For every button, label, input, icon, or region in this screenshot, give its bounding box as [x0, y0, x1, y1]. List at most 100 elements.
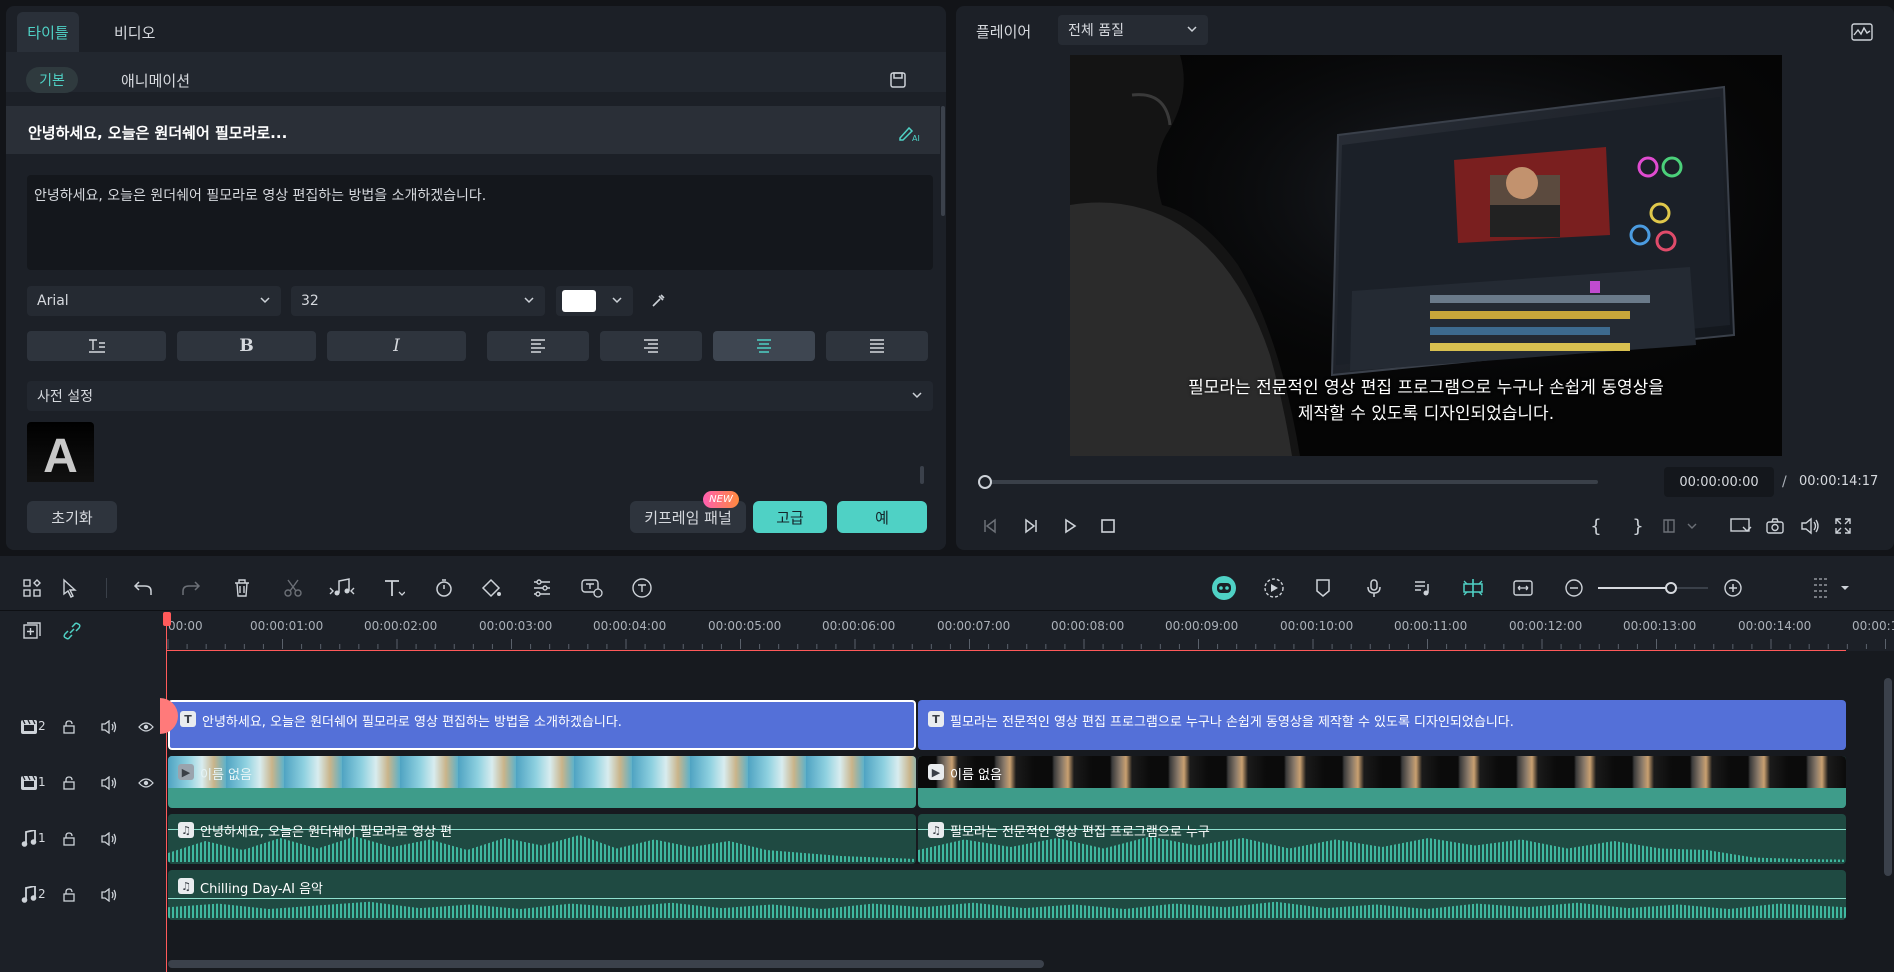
lock-icon[interactable]: [60, 718, 78, 736]
music-clip-icon: ♫: [178, 822, 194, 838]
fullscreen-icon[interactable]: [1830, 514, 1856, 538]
text-tool-icon[interactable]: [378, 572, 410, 604]
timeline-horizontal-scrollbar[interactable]: [168, 960, 1044, 968]
text-style-button[interactable]: [27, 331, 166, 361]
render-preview-icon[interactable]: [1258, 572, 1290, 604]
fit-timeline-icon[interactable]: [1507, 572, 1539, 604]
tab-video[interactable]: 비디오: [114, 22, 155, 43]
chevron-down-icon: [259, 294, 271, 310]
font-size-select[interactable]: 32: [291, 286, 545, 316]
prev-frame-icon[interactable]: [978, 514, 1002, 538]
lock-icon[interactable]: [60, 830, 78, 848]
preset-thumb-letter: A: [43, 430, 78, 482]
eyedropper-icon[interactable]: [646, 289, 670, 313]
preset-thumbnail[interactable]: A: [27, 422, 94, 482]
link-icon[interactable]: [60, 619, 84, 643]
text-content-field[interactable]: 안녕하세요, 오늘은 원더쉐어 필모라로 영상 편집하는 방법을 소개하겠습니다…: [27, 175, 933, 270]
adjust-icon[interactable]: [526, 572, 558, 604]
speech-to-text-icon[interactable]: [576, 572, 608, 604]
current-time-box[interactable]: 00:00:00:00: [1664, 467, 1774, 497]
align-left-button[interactable]: [487, 331, 589, 361]
ok-button[interactable]: 예: [837, 501, 927, 533]
align-right-button[interactable]: [600, 331, 702, 361]
playhead-handle[interactable]: [163, 612, 171, 626]
next-frame-icon[interactable]: [1019, 514, 1043, 538]
title-clip-2[interactable]: T 필모라는 전문적인 영상 편집 프로그램으로 누구나 손쉽게 동영상을 제작…: [918, 700, 1846, 750]
quality-select[interactable]: 전체 품질: [1058, 15, 1208, 45]
volume-icon[interactable]: [1797, 514, 1823, 538]
layout-icon[interactable]: [16, 572, 48, 604]
zoom-slider-handle[interactable]: [1664, 582, 1677, 594]
microphone-icon[interactable]: [1358, 572, 1390, 604]
chevron-down-icon[interactable]: [1836, 572, 1854, 604]
lock-icon[interactable]: [60, 886, 78, 904]
mute-icon[interactable]: [99, 830, 119, 848]
video-clip-1[interactable]: ▶ 이름 없음: [168, 756, 916, 808]
video-clip-2[interactable]: ▶ 이름 없음: [918, 756, 1846, 808]
preset-select[interactable]: 사전 설정: [27, 381, 933, 411]
playhead-line[interactable]: [166, 613, 167, 972]
subtab-basic[interactable]: 기본: [26, 67, 78, 93]
editor-scrollbar[interactable]: [941, 106, 945, 216]
align-justify-button[interactable]: [826, 331, 928, 361]
track-number: 2: [38, 887, 46, 901]
add-track-icon[interactable]: [20, 619, 44, 643]
zoom-in-icon[interactable]: [1717, 572, 1749, 604]
mute-icon[interactable]: [99, 718, 119, 736]
ruler-label: 00:00:05:00: [708, 619, 782, 633]
align-center-button[interactable]: [713, 331, 815, 361]
select-tool-icon[interactable]: [55, 572, 87, 604]
mute-icon[interactable]: [99, 774, 119, 792]
snapshot-icon[interactable]: [1762, 514, 1788, 538]
lock-icon[interactable]: [60, 774, 78, 792]
redo-icon[interactable]: [175, 572, 207, 604]
cut-icon[interactable]: [277, 572, 309, 604]
italic-button[interactable]: I: [327, 331, 466, 361]
timeline-vertical-scrollbar[interactable]: [1884, 678, 1892, 876]
eye-icon[interactable]: [136, 718, 156, 736]
music-clip[interactable]: ♫ Chilling Day-AI 음악: [168, 870, 1846, 920]
music-track-icon: [18, 828, 40, 850]
text-color-select[interactable]: [556, 286, 633, 316]
title-clip-1[interactable]: T 안녕하세요, 오늘은 원더쉐어 필모라로 영상 편집하는 방법을 소개하겠습…: [168, 700, 916, 750]
keyframe-icon[interactable]: [476, 572, 508, 604]
subtab-animation[interactable]: 애니메이션: [121, 70, 190, 91]
ai-assistant-icon[interactable]: [1208, 572, 1240, 604]
audio-clip-2[interactable]: ♫ 필모라는 전문적인 영상 편집 프로그램으로 누구: [918, 814, 1846, 864]
font-family-select[interactable]: Arial: [27, 286, 281, 316]
clip-marker-icon[interactable]: [1660, 514, 1700, 538]
play-icon[interactable]: [1058, 514, 1082, 538]
title-clip-icon: T: [928, 711, 944, 727]
video-preview[interactable]: 필모라는 전문적인 영상 편집 프로그램으로 누구나 손쉽게 동영상을 제작할 …: [1070, 55, 1782, 456]
marker-icon[interactable]: [1307, 572, 1339, 604]
tab-title[interactable]: 타이틀: [17, 12, 79, 52]
duration-icon[interactable]: [428, 572, 460, 604]
ai-edit-icon[interactable]: AI: [896, 122, 922, 144]
preset-scrollbar[interactable]: [920, 466, 924, 484]
playback-progress-track[interactable]: [984, 480, 1598, 484]
mark-out-icon[interactable]: }: [1626, 514, 1650, 538]
advanced-button[interactable]: 고급: [753, 501, 827, 533]
save-preset-icon[interactable]: [886, 68, 910, 92]
mark-in-icon[interactable]: {: [1584, 514, 1608, 538]
undo-icon[interactable]: [127, 572, 159, 604]
audio-clip-2-text: 필모라는 전문적인 영상 편집 프로그램으로 누구: [950, 825, 1210, 840]
delete-icon[interactable]: [226, 572, 258, 604]
more-settings-icon[interactable]: [1805, 572, 1837, 604]
scopes-icon[interactable]: [1849, 20, 1875, 44]
stop-icon[interactable]: [1096, 514, 1120, 538]
audio-mixer-icon[interactable]: [1407, 572, 1439, 604]
ai-voice-icon[interactable]: [626, 572, 658, 604]
zoom-out-icon[interactable]: [1558, 572, 1590, 604]
bold-button[interactable]: B: [177, 331, 316, 361]
reset-button[interactable]: 초기화: [27, 501, 117, 533]
snap-icon[interactable]: [1457, 572, 1489, 604]
audio-tool-icon[interactable]: [326, 572, 358, 604]
display-settings-icon[interactable]: [1726, 514, 1756, 538]
subtitle-line-2: 제작할 수 있도록 디자인되었습니다.: [1297, 404, 1555, 424]
video-track-icon: [18, 716, 40, 738]
playback-progress-handle[interactable]: [978, 475, 992, 489]
audio-clip-1[interactable]: ♫ 안녕하세요, 오늘은 원더쉐어 필모라로 영상 편: [168, 814, 916, 864]
eye-icon[interactable]: [136, 774, 156, 792]
mute-icon[interactable]: [99, 886, 119, 904]
